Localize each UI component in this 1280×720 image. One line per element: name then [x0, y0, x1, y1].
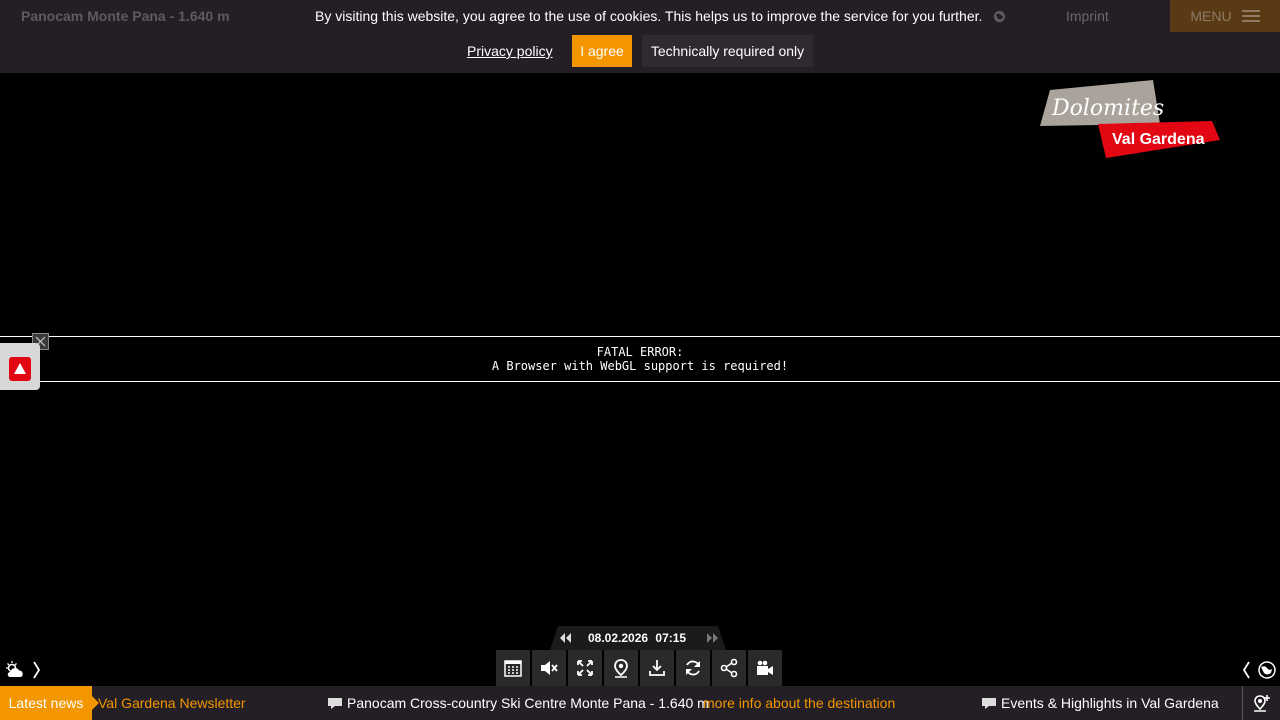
site-title[interactable]: Panocam Monte Pana - 1.640 m	[21, 8, 230, 24]
agree-button[interactable]: I agree	[572, 35, 632, 67]
cookie-bar: Privacy policy I agree Technically requi…	[0, 32, 1280, 73]
mute-icon	[541, 661, 558, 675]
required-only-button[interactable]: Technically required only	[642, 35, 813, 67]
weather-icon	[6, 661, 41, 679]
camera-button[interactable]	[748, 650, 782, 686]
error-title: FATAL ERROR:	[596, 345, 684, 359]
viewer-toolbar	[496, 650, 784, 686]
weather-toggle[interactable]	[4, 659, 44, 681]
ticker-item-events[interactable]: Events & Highlights in Val Gardena	[982, 695, 1219, 711]
location-button[interactable]	[604, 650, 638, 686]
next-image-icon[interactable]	[696, 626, 726, 650]
triangle-up-icon	[14, 363, 26, 374]
cookie-notice-text: By visiting this website, you agree to t…	[315, 8, 983, 24]
chat-icon	[328, 698, 342, 709]
camera-location-button[interactable]	[1242, 686, 1280, 720]
hamburger-icon	[1241, 10, 1260, 22]
ticker-item-panocam-text: Panocam Cross-country Ski Centre Monte P…	[347, 695, 709, 711]
ticker-item-more-info[interactable]: more info about the destination	[703, 695, 895, 711]
world-icon	[1242, 661, 1276, 679]
error-message: A Browser with WebGL support is required…	[491, 359, 789, 373]
privacy-policy-link[interactable]: Privacy policy	[467, 43, 553, 59]
latest-news-label: Latest news	[0, 686, 92, 720]
menu-button[interactable]: MENU	[1170, 0, 1280, 32]
timeline-time: 07:15	[655, 631, 687, 645]
fullscreen-icon	[577, 660, 593, 676]
globe-toggle[interactable]	[1238, 659, 1280, 681]
imprint-link[interactable]: Imprint	[1066, 8, 1109, 24]
location-icon	[614, 659, 628, 678]
ticker-content: Val Gardena Newsletter Panocam Cross-cou…	[98, 686, 1240, 720]
chat-icon	[982, 698, 996, 709]
mute-button[interactable]	[532, 650, 566, 686]
fullscreen-button[interactable]	[568, 650, 602, 686]
dolomites-val-gardena-logo[interactable]: Dolomites Val Gardena	[1040, 80, 1222, 160]
share-button[interactable]	[712, 650, 746, 686]
ticker-item-newsletter[interactable]: Val Gardena Newsletter	[98, 695, 246, 711]
calendar-icon	[504, 660, 522, 677]
refresh-icon	[686, 660, 700, 676]
side-widget[interactable]	[0, 343, 40, 390]
svg-text:Dolomites: Dolomites	[1051, 96, 1164, 121]
location-add-icon	[1254, 695, 1270, 712]
timeline-datetime[interactable]: 08.02.2026 07:15	[588, 631, 686, 645]
download-button[interactable]	[640, 650, 674, 686]
ticker-item-events-text: Events & Highlights in Val Gardena	[1001, 695, 1219, 711]
globe-icon[interactable]	[993, 10, 1006, 23]
timeline-nav: 08.02.2026 07:15	[550, 626, 730, 650]
previous-image-icon[interactable]	[550, 626, 580, 650]
webgl-error-box: FATAL ERROR: A Browser with WebGL suppor…	[0, 336, 1280, 382]
timeline-date: 08.02.2026	[588, 631, 649, 645]
svg-text:Val Gardena: Val Gardena	[1112, 131, 1205, 148]
ticker-item-panocam[interactable]: Panocam Cross-country Ski Centre Monte P…	[328, 695, 709, 711]
share-icon	[720, 658, 738, 678]
news-ticker: Latest news Val Gardena Newsletter Panoc…	[0, 686, 1280, 720]
refresh-button[interactable]	[676, 650, 710, 686]
menu-label: MENU	[1190, 8, 1232, 24]
camera-icon	[757, 660, 773, 675]
download-icon	[649, 660, 665, 676]
calendar-button[interactable]	[496, 650, 530, 686]
side-widget-badge	[9, 357, 31, 381]
